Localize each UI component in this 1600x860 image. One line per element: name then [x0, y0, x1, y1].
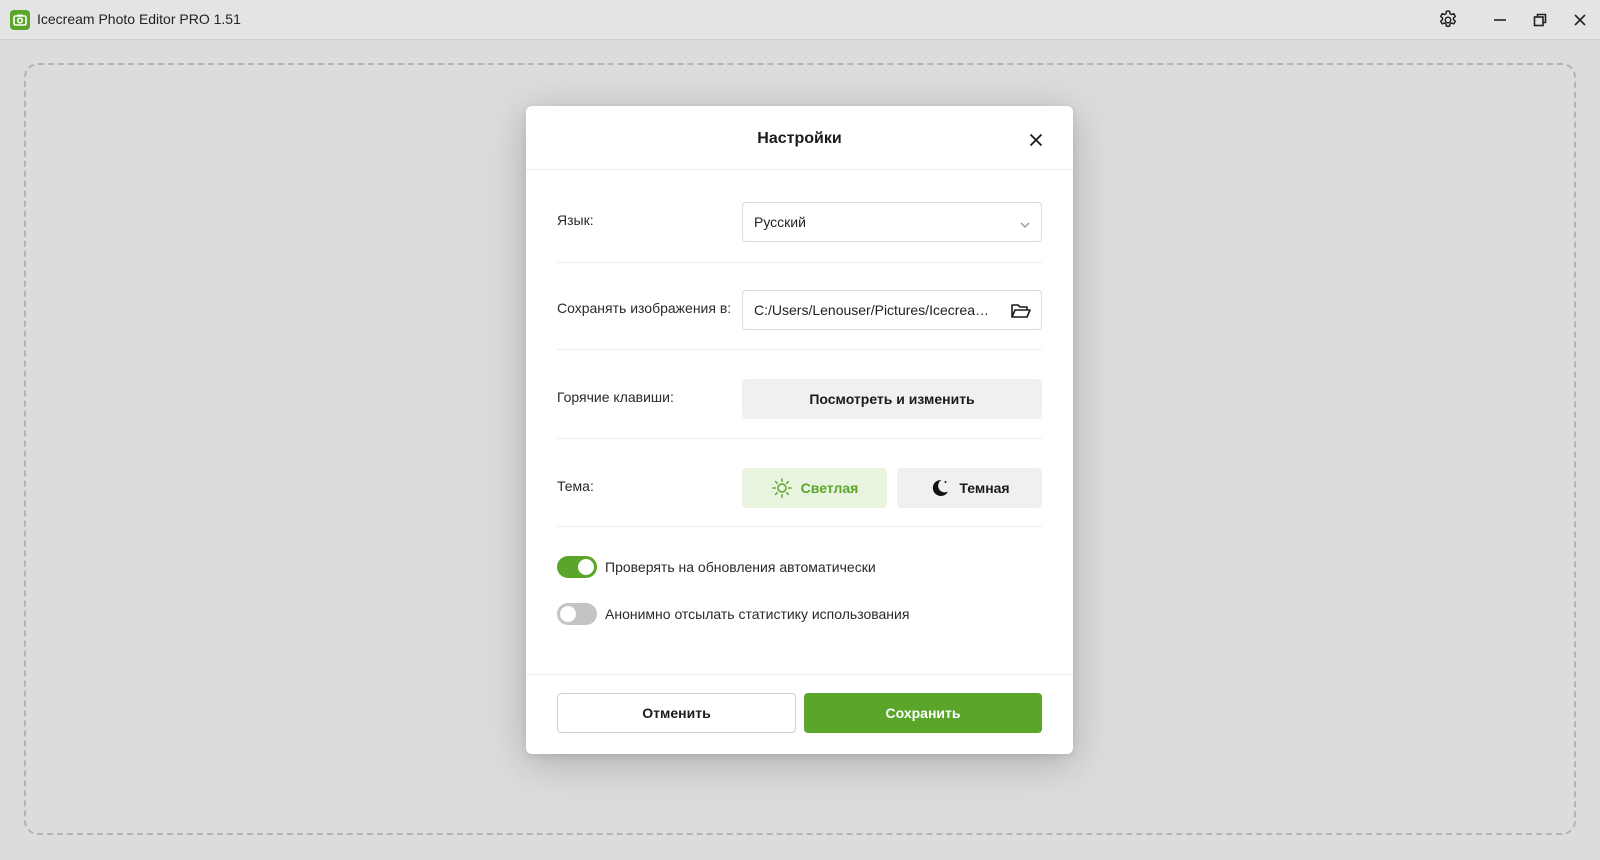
restore-icon — [1533, 13, 1547, 27]
cancel-button[interactable]: Отменить — [557, 693, 796, 733]
save-path-field[interactable]: C:/Users/Lenouser/Pictures/Icecream ... — [742, 290, 1042, 330]
dialog-header: Настройки — [526, 106, 1073, 170]
minimize-button[interactable] — [1488, 8, 1512, 32]
divider — [557, 438, 1042, 439]
divider — [557, 262, 1042, 263]
language-value: Русский — [754, 214, 806, 230]
hotkeys-label: Горячие клавиши: — [557, 389, 674, 405]
language-label: Язык: — [557, 212, 594, 228]
usage-stats-toggle[interactable] — [557, 603, 597, 625]
folder-open-icon — [1011, 304, 1031, 318]
footer-divider — [526, 674, 1073, 675]
divider — [557, 349, 1042, 350]
title-bar: Icecream Photo Editor PRO 1.51 — [0, 0, 1600, 40]
sun-icon — [771, 477, 793, 499]
window-close-button[interactable] — [1568, 8, 1592, 32]
window-title: Icecream Photo Editor PRO 1.51 — [37, 11, 241, 27]
browse-folder-button[interactable] — [1009, 299, 1033, 323]
toggle-knob — [578, 559, 594, 575]
minimize-icon — [1494, 19, 1506, 21]
usage-stats-label: Анонимно отсылать статистику использован… — [605, 606, 910, 622]
gear-icon — [1439, 10, 1457, 27]
settings-button[interactable] — [1436, 8, 1460, 32]
theme-dark-label: Темная — [959, 480, 1010, 496]
auto-update-toggle[interactable] — [557, 556, 597, 578]
chevron-down-icon — [1019, 217, 1031, 235]
settings-dialog: Настройки Язык: Русский Сохранять изобра… — [526, 106, 1073, 754]
theme-light-label: Светлая — [800, 480, 859, 496]
moon-icon — [929, 477, 951, 499]
dialog-close-button[interactable] — [1026, 130, 1046, 150]
language-select[interactable]: Русский — [742, 202, 1042, 242]
theme-label: Тема: — [557, 478, 594, 494]
save-button[interactable]: Сохранить — [804, 693, 1042, 733]
theme-light-button[interactable]: Светлая — [742, 468, 887, 508]
theme-dark-button[interactable]: Темная — [897, 468, 1042, 508]
divider — [557, 526, 1042, 527]
close-icon — [1029, 133, 1043, 147]
restore-button[interactable] — [1528, 8, 1552, 32]
camera-icon — [10, 10, 30, 30]
save-path-label: Сохранять изображения в: — [557, 300, 732, 316]
close-icon — [1574, 14, 1586, 26]
view-edit-hotkeys-button[interactable]: Посмотреть и изменить — [742, 379, 1042, 419]
toggle-knob — [560, 606, 576, 622]
dialog-title: Настройки — [757, 130, 842, 147]
save-path-value: C:/Users/Lenouser/Pictures/Icecream ... — [754, 302, 994, 318]
auto-update-label: Проверять на обновления автоматически — [605, 559, 876, 575]
